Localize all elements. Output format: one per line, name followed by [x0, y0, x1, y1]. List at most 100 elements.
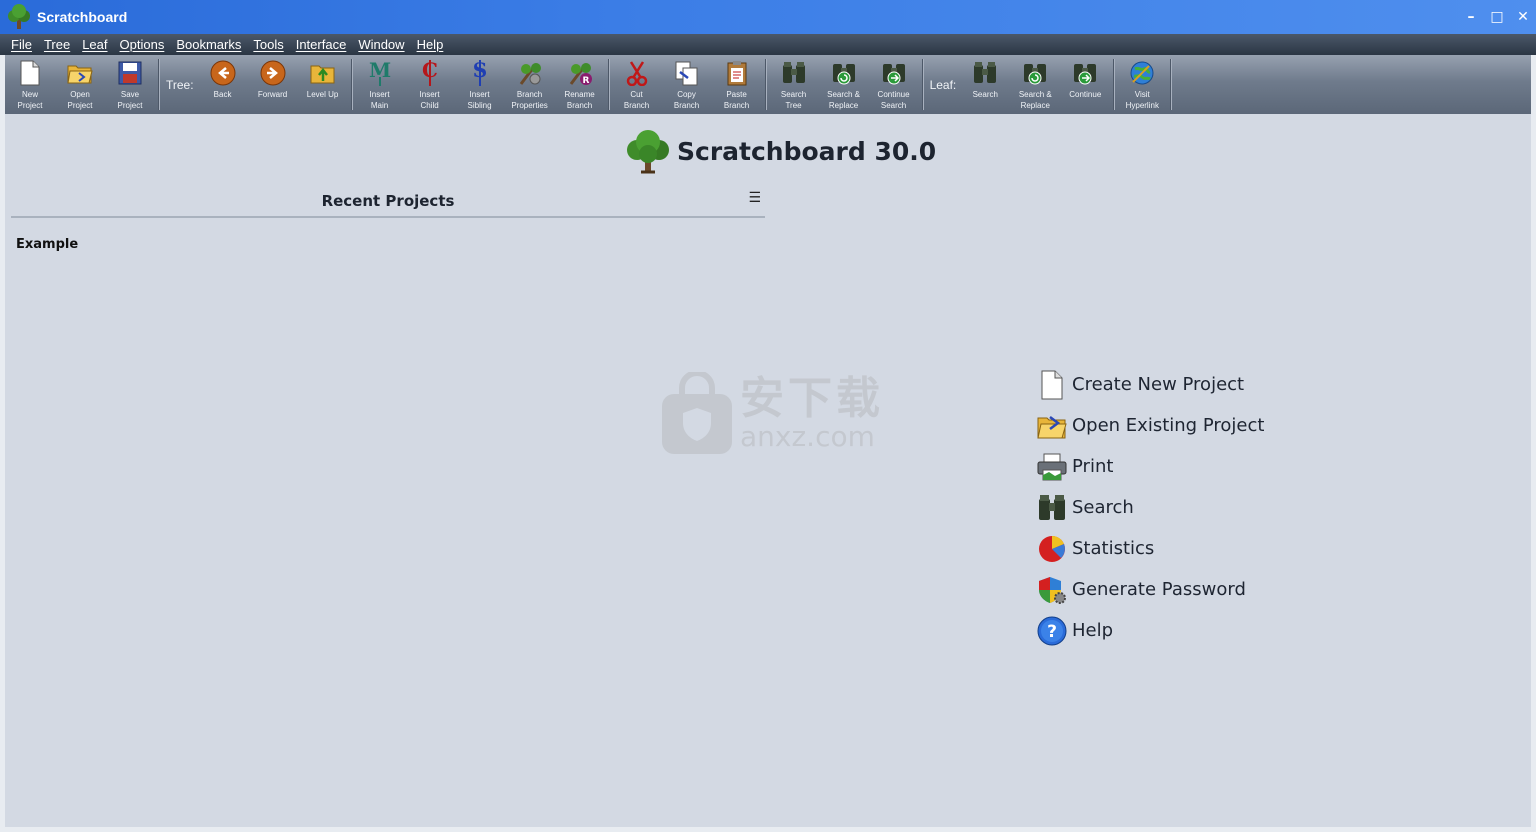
cut-branch-button[interactable]: Cut Branch [612, 55, 662, 114]
copy-icon [675, 61, 698, 86]
watermark-cn: 安下载 [740, 373, 884, 424]
statistics-label: Statistics [1072, 538, 1155, 559]
continue-search-label: Continue Search [877, 90, 910, 110]
open-folder-icon [67, 65, 93, 84]
new-project-label: New Project [17, 90, 43, 110]
save-project-button[interactable]: Save Project [105, 55, 155, 114]
branch-properties-button[interactable]: Branch Properties [505, 55, 555, 114]
leaf-search-replace-button[interactable]: Search & Replace [1010, 55, 1060, 114]
binoculars-continue-icon [882, 64, 905, 85]
binoculars-icon [974, 62, 997, 83]
cut-branch-label: Cut Branch [623, 90, 650, 110]
open-project-button[interactable]: Open Project [55, 55, 105, 114]
maximize-button[interactable]: □ [1484, 0, 1510, 34]
minimize-button[interactable]: – [1458, 0, 1484, 34]
continue-search-button[interactable]: Continue Search [869, 55, 919, 114]
generate-password-link[interactable]: Generate Password [1037, 569, 1264, 610]
menu-tree[interactable]: Tree [38, 37, 76, 52]
search-tree-button[interactable]: Search Tree [769, 55, 819, 114]
printer-icon [1037, 453, 1067, 480]
binoculars-continue-icon [1074, 64, 1097, 85]
create-new-project-link[interactable]: Create New Project [1037, 364, 1264, 405]
print-label: Print [1072, 456, 1114, 477]
open-existing-project-label: Open Existing Project [1072, 415, 1265, 436]
toolbar-separator [921, 59, 923, 110]
app-heading: Scratchboard 30.0 [625, 128, 936, 174]
paste-branch-label: Paste Branch [723, 90, 750, 110]
branch-properties-label: Branch Properties [511, 90, 548, 110]
toolbar-separator [607, 59, 609, 110]
menu-help[interactable]: Help [411, 37, 450, 52]
svg-text:R: R [582, 76, 589, 86]
bag-lock-icon [662, 372, 732, 454]
toolbar-separator [1170, 59, 1172, 110]
help-link[interactable]: ? Help [1037, 610, 1264, 651]
tree-search-replace-button[interactable]: Search & Replace [819, 55, 869, 114]
new-page-icon [1041, 370, 1063, 399]
menu-window[interactable]: Window [352, 37, 410, 52]
help-label: Help [1072, 620, 1114, 641]
tree-group-label: Tree: [166, 77, 194, 92]
menu-options[interactable]: Options [114, 37, 171, 52]
print-link[interactable]: Print [1037, 446, 1264, 487]
leaf-continue-label: Continue [1069, 90, 1102, 99]
leaf-group-label: Leaf: [929, 77, 957, 92]
menu-file[interactable]: File [5, 37, 38, 52]
back-button[interactable]: Back [198, 55, 248, 114]
level-up-label: Level Up [306, 90, 339, 99]
title-bar[interactable]: Scratchboard – □ ✕ [0, 0, 1536, 34]
leaf-search-label: Search [972, 90, 998, 99]
open-existing-project-link[interactable]: Open Existing Project [1037, 405, 1264, 446]
recent-project-item[interactable]: Example [16, 237, 78, 252]
rename-branch-button[interactable]: R Rename Branch [555, 55, 605, 114]
leaf-continue-button[interactable]: Continue [1060, 55, 1110, 114]
leaf-search-button[interactable]: Search [960, 55, 1010, 114]
binoculars-replace-icon [1024, 64, 1047, 85]
rename-branch-icon: R [569, 63, 592, 86]
window-frame-bottom [0, 827, 1536, 832]
open-project-label: Open Project [67, 90, 93, 110]
visit-hyperlink-label: Visit Hyperlink [1125, 90, 1159, 110]
visit-hyperlink-button[interactable]: Visit Hyperlink [1117, 55, 1167, 114]
floppy-icon [118, 61, 142, 85]
insert-sibling-button[interactable]: S Insert Sibling [455, 55, 505, 114]
menu-bookmarks[interactable]: Bookmarks [170, 37, 247, 52]
save-project-label: Save Project [117, 90, 143, 110]
binoculars-icon [782, 62, 805, 83]
forward-label: Forward [257, 90, 288, 99]
insert-child-button[interactable]: C Insert Child [405, 55, 455, 114]
insert-main-label: Insert Main [369, 90, 390, 110]
recent-projects-header: Recent Projects ☰ [11, 188, 765, 218]
recent-projects-menu-icon[interactable]: ☰ [748, 190, 761, 206]
scissors-icon [626, 61, 647, 86]
back-arrow-icon [210, 60, 236, 86]
new-page-icon [20, 60, 40, 86]
paste-branch-button[interactable]: Paste Branch [712, 55, 762, 114]
close-button[interactable]: ✕ [1510, 0, 1536, 34]
toolbar-separator [158, 59, 159, 110]
search-link[interactable]: Search [1037, 487, 1264, 528]
copy-branch-label: Copy Branch [673, 90, 700, 110]
copy-branch-button[interactable]: Copy Branch [662, 55, 712, 114]
recent-projects-title: Recent Projects [321, 192, 455, 210]
start-page: Scratchboard 30.0 Recent Projects ☰ Exam… [5, 114, 1531, 827]
level-up-button[interactable]: Level Up [298, 55, 348, 114]
menu-bar: File Tree Leaf Options Bookmarks Tools I… [0, 34, 1536, 55]
forward-button[interactable]: Forward [248, 55, 298, 114]
new-project-button[interactable]: New Project [5, 55, 55, 114]
menu-tools[interactable]: Tools [247, 37, 289, 52]
insert-main-button[interactable]: M Insert Main [355, 55, 405, 114]
insert-main-icon: M [369, 59, 391, 86]
menu-interface[interactable]: Interface [290, 37, 353, 52]
svg-text:?: ? [1047, 622, 1057, 642]
rename-branch-label: Rename Branch [564, 90, 595, 110]
open-folder-icon [1037, 415, 1067, 438]
menu-leaf[interactable]: Leaf [76, 37, 113, 52]
binoculars-icon [1039, 494, 1065, 520]
statistics-link[interactable]: Statistics [1037, 528, 1264, 569]
watermark-en: anxz.com [740, 420, 875, 453]
back-label: Back [213, 90, 232, 99]
insert-child-label: Insert Child [419, 90, 440, 110]
toolbar-separator [764, 59, 766, 110]
globe-icon [1130, 61, 1154, 85]
